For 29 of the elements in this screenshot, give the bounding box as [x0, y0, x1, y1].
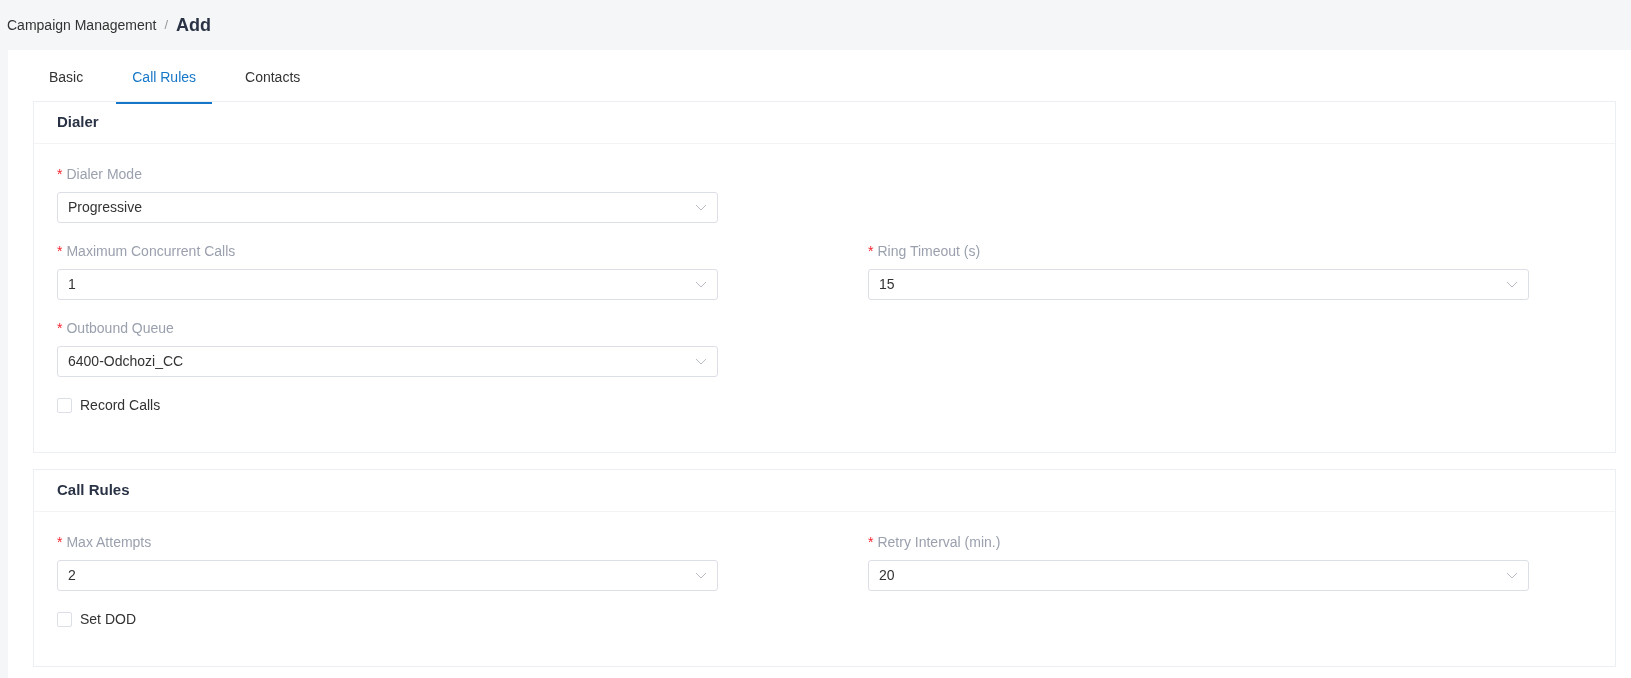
chevron-down-icon	[695, 281, 707, 288]
chevron-down-icon	[1506, 572, 1518, 579]
checkbox[interactable]	[57, 398, 72, 413]
breadcrumb-link[interactable]: Campaign Management	[7, 14, 157, 36]
chevron-down-icon	[695, 358, 707, 365]
field-label: * Maximum Concurrent Calls	[57, 242, 237, 261]
breadcrumb-separator: /	[164, 16, 169, 35]
select-field[interactable]: 15	[868, 269, 1529, 300]
field-label: * Max Attempts	[57, 533, 153, 552]
checkbox-label: Set DOD	[80, 610, 136, 629]
select-field[interactable]: 2	[57, 560, 718, 591]
select-field[interactable]: 6400-Odchozi_CC	[57, 346, 718, 377]
section-title: Dialer	[34, 102, 1615, 144]
checkbox-label: Record Calls	[80, 396, 161, 415]
field-label: * Retry Interval (min.)	[868, 533, 1002, 552]
chevron-down-icon	[1506, 281, 1518, 288]
tab[interactable]: Contacts	[229, 53, 317, 104]
field-label: * Ring Timeout (s)	[868, 242, 982, 261]
select-field[interactable]: 20	[868, 560, 1529, 591]
select-field[interactable]: 1	[57, 269, 718, 300]
field-label: * Dialer Mode	[57, 165, 143, 184]
tab[interactable]: Basic	[33, 53, 100, 104]
chevron-down-icon	[695, 572, 707, 579]
select-field[interactable]: Progressive	[57, 192, 718, 223]
checkbox[interactable]	[57, 612, 72, 627]
field-label: * Outbound Queue	[57, 319, 175, 338]
chevron-down-icon	[695, 204, 707, 211]
breadcrumb-current: Add	[176, 13, 212, 37]
section-title: Call Rules	[34, 470, 1615, 512]
